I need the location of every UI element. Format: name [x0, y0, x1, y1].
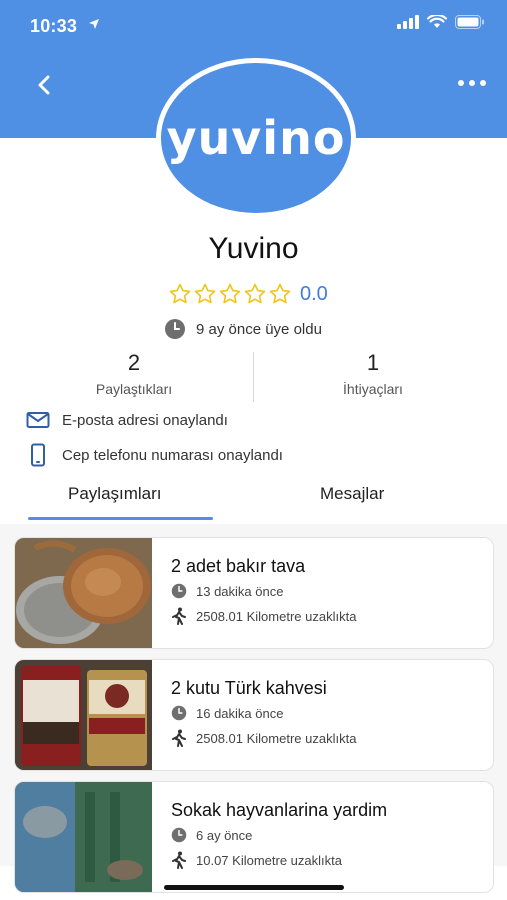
active-tab-indicator — [28, 517, 213, 520]
list-item[interactable]: 2 kutu Türk kahvesi 16 dakika önce 2508.… — [14, 659, 494, 771]
profile-avatar: yuvino — [156, 58, 356, 218]
star-outline-icon — [194, 283, 216, 304]
tab-bar: Paylaşımları Mesajlar — [0, 476, 507, 522]
listing-title: 2 adet bakır tava — [171, 556, 306, 576]
stat-shares[interactable]: 2 Paylaştıkları — [14, 348, 254, 397]
member-since-text: 9 ay önce üye oldu — [196, 320, 322, 338]
listing-distance: 2508.01 Kilometre uzaklıkta — [171, 607, 356, 625]
clock-icon — [171, 583, 187, 599]
listing-distance: 2508.01 Kilometre uzaklıkta — [171, 729, 356, 747]
listing-distance-text: 2508.01 Kilometre uzaklıkta — [196, 608, 357, 624]
listings-list: 2 adet bakır tava 13 dakika önce 2508.01… — [0, 524, 507, 893]
listing-time-text: 13 dakika önce — [196, 583, 284, 599]
status-bar: 10:33 — [0, 0, 507, 50]
member-since: 9 ay önce üye oldu — [164, 318, 322, 340]
tab-shares[interactable]: Paylaşımları — [68, 484, 162, 504]
walking-icon — [172, 607, 186, 625]
profile-name: Yuvino — [208, 232, 299, 265]
star-rating — [168, 282, 292, 306]
listing-time: 6 ay önce — [171, 827, 252, 843]
list-item[interactable]: 2 adet bakır tava 13 dakika önce 2508.01… — [14, 537, 494, 649]
phone-verified: Cep telefonu numarası onaylandı — [26, 443, 283, 467]
stat-needs-value: 1 — [366, 350, 380, 375]
listing-time-text: 16 dakika önce — [196, 705, 284, 721]
star-outline-icon — [244, 283, 266, 304]
stat-needs-label: İhtiyaçları — [343, 381, 403, 397]
rating: 0.0 — [168, 282, 328, 306]
listing-time: 16 dakika önce — [171, 705, 283, 721]
listing-distance-text: 10.07 Kilometre uzaklıkta — [196, 852, 342, 868]
stat-shares-value: 2 — [127, 350, 141, 375]
clock-icon — [171, 705, 187, 721]
envelope-icon — [26, 412, 50, 428]
star-outline-icon — [169, 283, 191, 304]
home-indicator[interactable] — [164, 885, 344, 890]
listing-title: Sokak hayvanlarina yardim — [171, 800, 388, 820]
location-arrow-icon — [89, 19, 99, 29]
battery-icon — [455, 15, 484, 29]
chevron-left-icon — [38, 75, 50, 95]
stats-row: 2 Paylaştıkları 1 İhtiyaçları — [0, 348, 507, 404]
listing-time-text: 6 ay önce — [196, 827, 253, 843]
walking-icon — [172, 851, 186, 869]
listing-photo-copper-pans — [15, 538, 152, 648]
email-verified: E-posta adresi onaylandı — [26, 410, 228, 430]
star-outline-icon — [269, 283, 291, 304]
listing-photo-turkish-coffee — [15, 660, 152, 770]
phone-icon — [31, 443, 45, 467]
wifi-icon — [427, 15, 447, 28]
star-outline-icon — [219, 283, 241, 304]
back-button[interactable] — [30, 70, 60, 100]
logo-text: yuvino — [166, 111, 346, 165]
clock-icon — [171, 827, 187, 843]
stat-needs[interactable]: 1 İhtiyaçları — [253, 348, 493, 397]
rating-value: 0.0 — [300, 282, 328, 305]
clock-icon — [165, 319, 185, 339]
signal-icon — [397, 15, 419, 29]
tab-messages[interactable]: Mesajlar — [320, 484, 384, 504]
email-verified-text: E-posta adresi onaylandı — [62, 411, 228, 429]
listing-distance: 10.07 Kilometre uzaklıkta — [171, 851, 342, 869]
listing-distance-text: 2508.01 Kilometre uzaklıkta — [196, 730, 357, 746]
walking-icon — [172, 729, 186, 747]
listing-photo-street-animals — [15, 782, 152, 892]
listing-time: 13 dakika önce — [171, 583, 283, 599]
stat-shares-label: Paylaştıkları — [95, 381, 173, 397]
more-dots-icon — [458, 80, 486, 86]
listing-title: 2 kutu Türk kahvesi — [171, 678, 327, 698]
status-time: 10:33 — [30, 16, 78, 36]
list-item[interactable]: Sokak hayvanlarina yardim 6 ay önce 10.0… — [14, 781, 494, 893]
more-options-button[interactable] — [455, 72, 489, 94]
phone-verified-text: Cep telefonu numarası onaylandı — [62, 446, 283, 464]
